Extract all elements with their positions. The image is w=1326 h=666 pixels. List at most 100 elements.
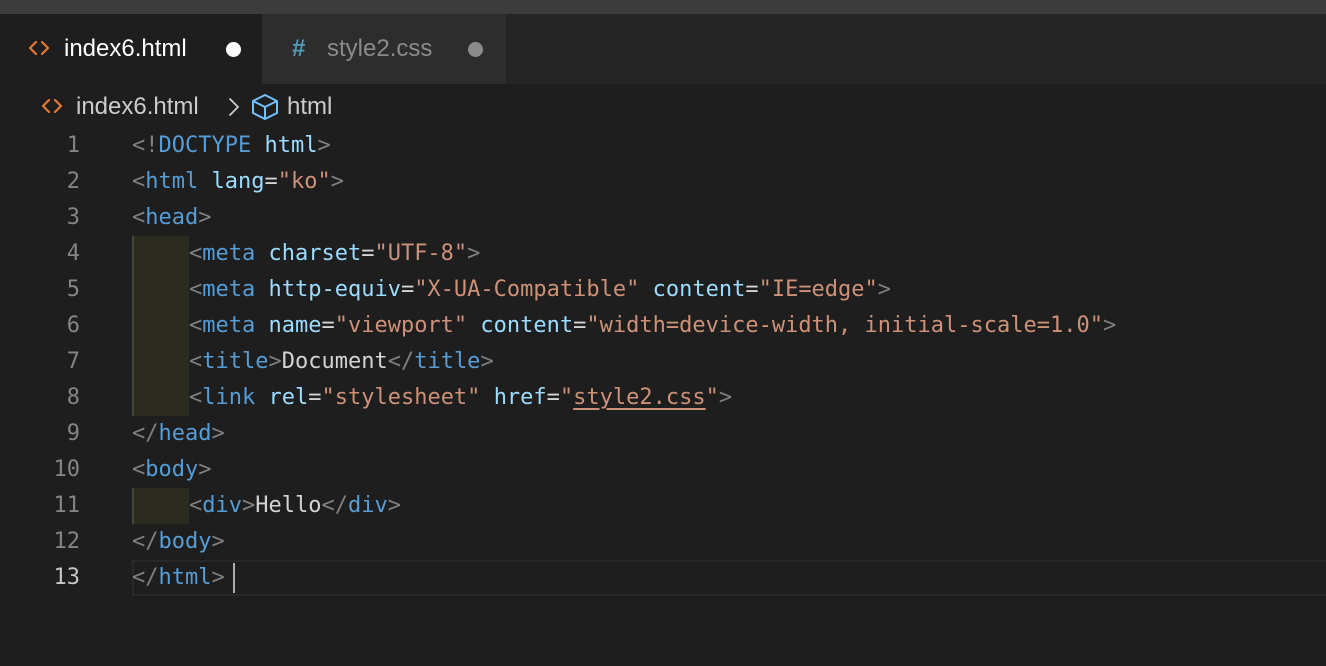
- code-token: <: [189, 313, 203, 338]
- code-token: >: [467, 241, 481, 266]
- code-token: <: [189, 277, 203, 302]
- tab-style2-css[interactable]: # style2.css: [262, 14, 506, 84]
- code-token: >: [211, 565, 225, 590]
- code-token: head: [158, 421, 212, 446]
- code-line[interactable]: 12 </body>: [0, 524, 1326, 560]
- code-token: meta: [202, 277, 256, 302]
- indent-guide: [132, 236, 189, 272]
- line-number: 3: [66, 205, 80, 230]
- breadcrumb-file[interactable]: index6.html: [76, 84, 199, 130]
- code-line[interactable]: 6 <meta name="viewport" content="width=de…: [0, 308, 1326, 344]
- code-line[interactable]: 11 <div>Hello</div>: [0, 488, 1326, 524]
- code-text: <!DOCTYPE html>: [132, 128, 331, 164]
- code-token: <: [189, 493, 203, 518]
- code-token: >: [480, 349, 494, 374]
- html-file-icon: [28, 40, 50, 56]
- code-token: >: [387, 493, 401, 518]
- code-token: ": [559, 385, 574, 410]
- line-number: 9: [66, 421, 80, 446]
- code-token: "stylesheet": [321, 385, 481, 410]
- code-line[interactable]: 1 <!DOCTYPE html>: [0, 128, 1326, 164]
- code-text: </head>: [132, 416, 225, 452]
- code-token: >: [242, 493, 256, 518]
- indent-guide: [132, 488, 189, 524]
- html-file-icon: [41, 98, 63, 114]
- line-number: 8: [66, 385, 80, 410]
- indent-guide: [132, 380, 189, 416]
- code-line[interactable]: 7 <title>Document</title>: [0, 344, 1326, 380]
- code-text: </body>: [132, 524, 225, 560]
- code-text: <html lang="ko">: [132, 164, 344, 200]
- code-token: >: [211, 421, 225, 446]
- code-text: <div>Hello</div>: [189, 488, 401, 524]
- code-token: html: [145, 169, 199, 194]
- code-token: title: [202, 349, 269, 374]
- line-number: 1: [66, 133, 80, 158]
- code-text: <title>Document</title>: [189, 344, 494, 380]
- code-token: "width=device-width, initial-scale=1.0": [586, 313, 1103, 338]
- code-editor[interactable]: 1 <!DOCTYPE html> 2 <html lang="ko"> 3 <head>…: [0, 128, 1326, 666]
- code-token: >: [330, 169, 344, 194]
- code-line[interactable]: 2 <html lang="ko">: [0, 164, 1326, 200]
- code-line[interactable]: 13 </html>: [0, 560, 1326, 596]
- tab-label: index6.html: [64, 35, 187, 62]
- code-token: rel: [268, 385, 309, 410]
- code-line[interactable]: 9 </head>: [0, 416, 1326, 452]
- breadcrumb-symbol[interactable]: html: [287, 84, 332, 130]
- code-token: >: [1102, 313, 1117, 338]
- code-token: div: [347, 493, 388, 518]
- file-link[interactable]: style2.css: [573, 385, 705, 410]
- code-line[interactable]: 8 <link rel="stylesheet" href="style2.css…: [0, 380, 1326, 416]
- code-token: =: [745, 277, 759, 302]
- code-token: </: [132, 421, 159, 446]
- tab-index6-html[interactable]: index6.html: [0, 14, 262, 84]
- code-token: div: [202, 493, 242, 518]
- code-line[interactable]: 5 <meta http-equiv="X-UA-Compatible" cont…: [0, 272, 1326, 308]
- code-token: Document: [281, 349, 388, 374]
- tab-label: style2.css: [327, 35, 433, 62]
- code-line[interactable]: 10 <body>: [0, 452, 1326, 488]
- code-token: link: [202, 385, 256, 410]
- code-token: >: [198, 457, 212, 482]
- code-token: content: [480, 313, 574, 338]
- line-number: 6: [66, 313, 80, 338]
- modified-dot-icon[interactable]: [226, 42, 241, 57]
- code-token: <: [189, 385, 203, 410]
- line-number: 4: [66, 241, 80, 266]
- code-token: </: [132, 565, 159, 590]
- modified-dot-icon[interactable]: [468, 42, 483, 57]
- code-text: <body>: [132, 452, 211, 488]
- code-token: >: [268, 349, 282, 374]
- line-number: 7: [66, 349, 80, 374]
- code-token: <: [132, 205, 146, 230]
- code-text: <meta charset="UTF-8">: [189, 236, 480, 272]
- code-token: "ko": [277, 169, 331, 194]
- code-token: <: [189, 241, 203, 266]
- line-number: 12: [53, 529, 81, 554]
- code-token: >: [877, 277, 892, 302]
- code-token: "X-UA-Compatible": [414, 277, 640, 302]
- code-token: >: [211, 529, 225, 554]
- code-token: charset: [268, 241, 362, 266]
- css-file-icon: #: [292, 35, 306, 62]
- code-token: =: [308, 385, 322, 410]
- indent-guide: [132, 272, 189, 308]
- line-number: 11: [53, 493, 81, 518]
- code-line[interactable]: 4 <meta charset="UTF-8">: [0, 236, 1326, 272]
- code-token: html: [264, 133, 318, 158]
- code-token: "UTF-8": [374, 241, 468, 266]
- window-top-strip: [0, 0, 1326, 14]
- code-token: >: [317, 133, 331, 158]
- code-line[interactable]: 3 <head>: [0, 200, 1326, 236]
- code-token: DOCTYPE: [158, 133, 252, 158]
- code-text: <meta name="viewport" content="width=dev…: [189, 308, 1116, 344]
- text-cursor: [233, 563, 235, 593]
- code-token: =: [361, 241, 375, 266]
- chevron-right-icon: [229, 98, 239, 116]
